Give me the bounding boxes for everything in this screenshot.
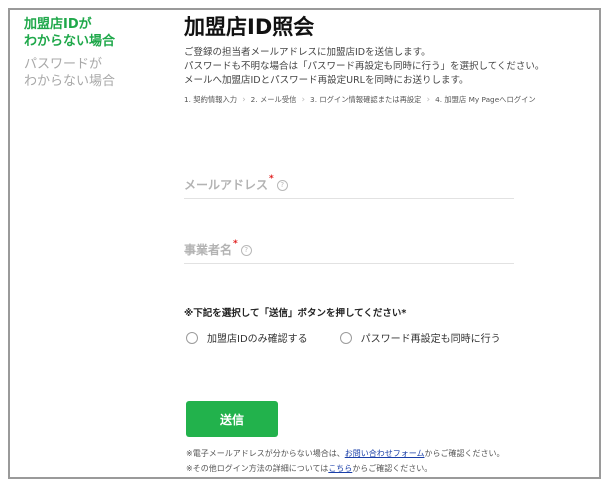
- step-4: 4. 加盟店 My Pageへログイン: [435, 95, 536, 104]
- step-2: 2. メール受信: [250, 95, 297, 104]
- chevron-right-icon: ›: [301, 95, 306, 105]
- email-label: メールアドレス*?: [184, 174, 288, 193]
- sidebar: 加盟店IDが わからない場合 パスワードが わからない場合: [24, 16, 134, 90]
- radio-label: 加盟店IDのみ確認する: [207, 334, 308, 345]
- email-label-text: メールアドレス: [184, 178, 269, 192]
- step-indicator: 1. 契約情報入力 › 2. メール受信 › 3. ログイン情報確認または再設定…: [184, 95, 594, 105]
- sidebar-item-password-reset[interactable]: パスワードが わからない場合: [24, 56, 134, 90]
- business-name-field[interactable]: 事業者名*?: [184, 237, 518, 265]
- description-line: メールへ加盟店IDとパスワード再設定URLを同時にお送りします。: [184, 75, 469, 86]
- required-mark: *: [233, 239, 238, 249]
- details-link[interactable]: こちら: [328, 464, 352, 473]
- description-line: パスワードも不明な場合は「パスワード再設定も同時に行う」を選択してください。: [184, 61, 545, 72]
- description: ご登録の担当者メールアドレスに加盟店IDを送信します。 パスワードも不明な場合は…: [184, 46, 594, 88]
- page-title: 加盟店ID照会: [184, 15, 315, 39]
- sidebar-item-label: 加盟店IDが: [24, 17, 92, 32]
- note-login-methods: ※その他ログイン方法の詳細についてはこちらからご確認ください。: [186, 463, 432, 474]
- sidebar-item-label: わからない場合: [24, 74, 116, 89]
- sidebar-item-label: パスワードが: [24, 57, 103, 72]
- page-frame: 加盟店IDが わからない場合 パスワードが わからない場合 加盟店ID照会 ご登…: [8, 8, 601, 479]
- description-line: ご登録の担当者メールアドレスに加盟店IDを送信します。: [184, 47, 431, 58]
- note-contact: ※電子メールアドレスが分からない場合は、お問い合わせフォームからご確認ください。: [186, 448, 504, 459]
- note-text: ※電子メールアドレスが分からない場合は、: [186, 449, 345, 458]
- note-text: ※その他ログイン方法の詳細については: [186, 464, 329, 473]
- business-label-text: 事業者名: [184, 243, 233, 257]
- sidebar-item-label: わからない場合: [24, 34, 116, 49]
- radio-label: パスワード再設定も同時に行う: [360, 334, 501, 345]
- chevron-right-icon: ›: [242, 95, 246, 105]
- required-mark: *: [269, 174, 274, 184]
- sidebar-item-id-lookup[interactable]: 加盟店IDが わからない場合: [24, 16, 134, 50]
- step-3: 3. ログイン情報確認または再設定: [310, 95, 422, 104]
- radio-circle-icon[interactable]: [186, 331, 198, 344]
- submit-button[interactable]: 送信: [186, 401, 278, 437]
- instruction-text: ※下記を選択して「送信」ボタンを押してください*: [184, 308, 407, 319]
- step-1: 1. 契約情報入力: [184, 95, 238, 104]
- chevron-right-icon: ›: [426, 95, 431, 105]
- help-icon[interactable]: ?: [240, 245, 252, 256]
- note-text: からご確認ください。: [352, 464, 433, 473]
- email-field[interactable]: メールアドレス*?: [184, 172, 518, 200]
- main-content: 加盟店ID照会 ご登録の担当者メールアドレスに加盟店IDを送信します。 パスワー…: [184, 14, 594, 105]
- radio-with-password-reset[interactable]: パスワード再設定も同時に行う: [339, 330, 501, 345]
- radio-id-only[interactable]: 加盟店IDのみ確認する: [186, 330, 308, 345]
- business-name-label: 事業者名*?: [184, 239, 252, 258]
- contact-form-link[interactable]: お問い合わせフォーム: [345, 449, 425, 458]
- note-text: からご確認ください。: [424, 449, 505, 458]
- help-icon[interactable]: ?: [276, 180, 288, 191]
- option-radio-group: 加盟店IDのみ確認する パスワード再設定も同時に行う: [186, 330, 501, 345]
- radio-circle-icon[interactable]: [339, 331, 352, 344]
